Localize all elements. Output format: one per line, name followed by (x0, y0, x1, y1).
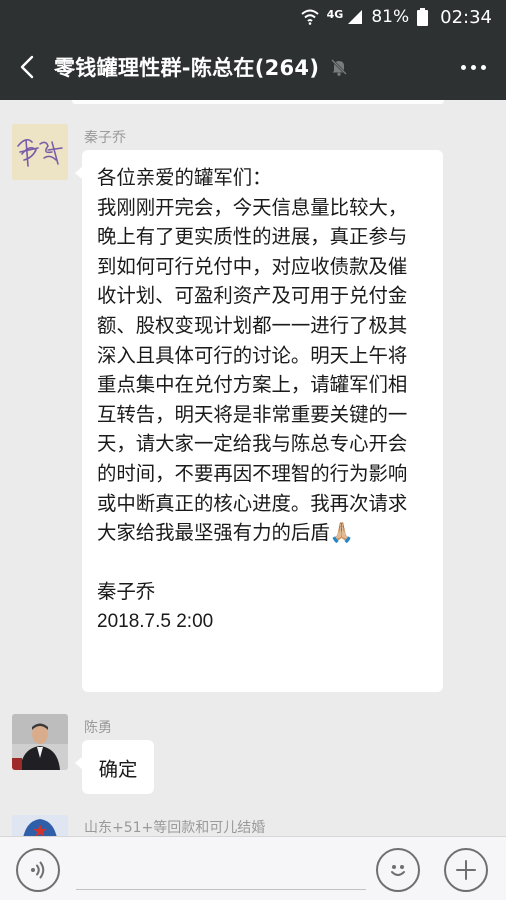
message-line: 天，请大家一定给我与陈总专心开会 (97, 432, 408, 456)
emoji-button[interactable] (376, 848, 420, 892)
signature-logo (12, 124, 68, 180)
signal-icon (347, 9, 363, 25)
emoji-icon (391, 865, 405, 876)
wifi-icon (300, 9, 319, 25)
more-functions-button[interactable] (444, 848, 488, 892)
message-input[interactable] (76, 889, 366, 890)
message-line: 额、股权变现计划都一一进行了极其 (97, 313, 408, 337)
message-line: 互转告，明天将是非常重要关键的一 (97, 402, 408, 426)
plus-icon (456, 860, 476, 880)
battery-icon (417, 8, 429, 26)
status-bar: 4G 81% 02:34 (0, 0, 506, 34)
clock: 02:34 (440, 6, 492, 28)
more-options-button[interactable] (461, 34, 486, 100)
dot-icon (471, 64, 476, 70)
battery-percent: 81% (371, 7, 410, 27)
message-bubble[interactable]: 各位亲爱的罐军们： 我刚刚开完会，今天信息量比较大， 晚上有了更实质性的进展，真… (75, 150, 443, 692)
mute-bell-icon (329, 57, 349, 77)
dot-icon (481, 64, 486, 70)
message-line: 大家给我最坚强有力的后盾🙏🏼 (97, 521, 354, 545)
message-line: 或中断真正的核心进度。我再次请求 (97, 491, 408, 515)
avatar-chen[interactable] (12, 714, 68, 770)
message-line: 重点集中在兑付方案上，请罐军们相 (97, 373, 408, 397)
sender-name: 山东+51+等回款和可儿结婚 (84, 820, 266, 836)
message-line: 收计划、可盈利资产及可用于兑付金 (97, 284, 408, 308)
voice-icon (31, 861, 45, 879)
chat-header: 零钱罐理性群-陈总在(264) (0, 34, 506, 100)
message-line: 的时间，不要再因不理智的行为影响 (97, 461, 408, 485)
previous-bubble-edge (72, 100, 444, 104)
chat-title: 零钱罐理性群-陈总在(264) (54, 56, 320, 80)
message-line: 到如何可行兑付中，对应收债款及催 (97, 254, 408, 278)
input-bar (0, 836, 506, 900)
person-photo (12, 714, 68, 770)
sender-name: 陈勇 (84, 720, 112, 736)
message-line: 晚上有了更实质性的进展，真正参与 (97, 225, 408, 249)
message-text: 确定 (98, 757, 138, 781)
message-line: 各位亲爱的罐军们： (97, 166, 272, 189)
dot-icon (461, 64, 466, 70)
back-button[interactable] (0, 34, 54, 100)
voice-input-button[interactable] (16, 848, 60, 892)
message-signature: 秦子乔 (97, 580, 156, 604)
message-line: 我刚刚开完会，今天信息量比较大， (97, 195, 408, 219)
chevron-left-icon (20, 55, 34, 79)
sender-name: 秦子乔 (84, 130, 126, 146)
message-signature-date: 2018.7.5 2:00 (97, 610, 214, 632)
avatar-qin[interactable] (12, 124, 68, 180)
message-bubble[interactable]: 确定 (75, 740, 154, 794)
message-line: 深入且具体可行的讨论。明天上午将 (97, 343, 408, 367)
network-type: 4G (326, 7, 344, 21)
